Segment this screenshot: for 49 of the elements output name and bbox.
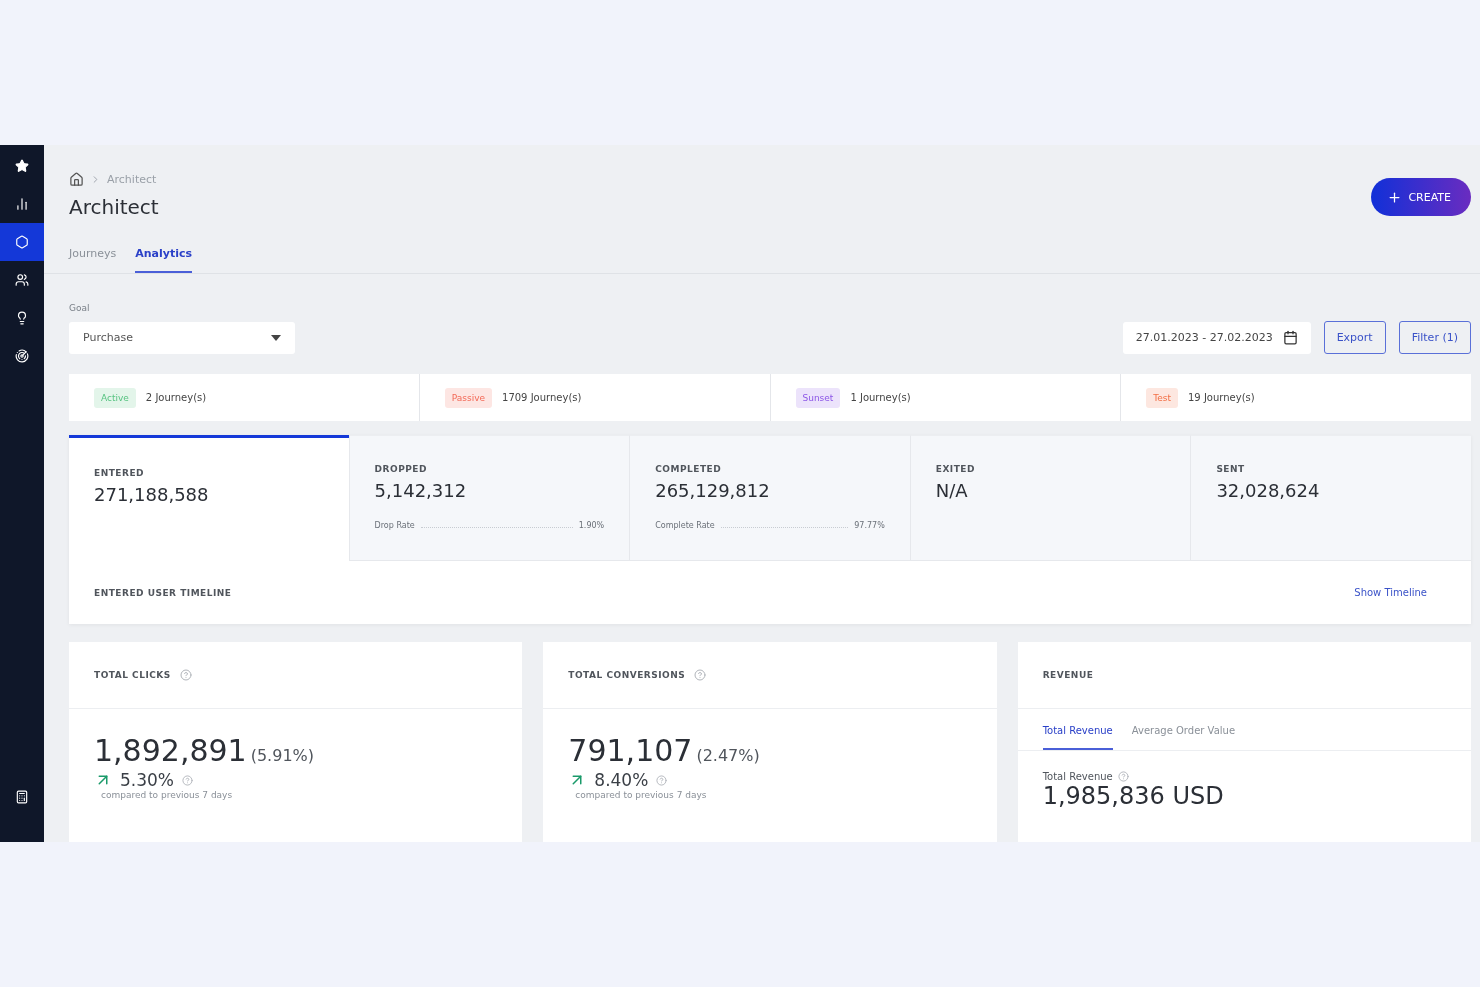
calendar-icon <box>1282 330 1298 345</box>
metric-share: (5.91%) <box>250 746 314 765</box>
card-title: REVENUE <box>1042 670 1094 680</box>
stage-tab[interactable]: EXITED N/A <box>909 435 1191 561</box>
status-tag: Sunset <box>795 387 841 408</box>
bar-chart-icon <box>15 197 29 211</box>
revenue-label: Total Revenue <box>1042 771 1113 782</box>
radar-icon <box>15 349 29 363</box>
star-icon <box>15 159 29 173</box>
stage-tab[interactable]: DROPPED 5,142,312 Drop Rate 1.90% <box>348 435 630 561</box>
journey-count: 1709 Journey(s) <box>502 392 582 403</box>
breadcrumb-item: Architect <box>107 173 157 186</box>
lightbulb-icon <box>15 311 29 325</box>
tab[interactable]: Total Revenue <box>1042 709 1113 750</box>
page-title: Architect <box>69 195 159 219</box>
stage-tab[interactable]: COMPLETED 265,129,812 Complete Rate 97.77% <box>629 435 910 561</box>
metric-value: 1,892,891 <box>94 733 247 768</box>
metric-share: (2.47%) <box>696 746 760 765</box>
metric-value: 791,107 <box>568 733 693 768</box>
goal-label: Goal <box>69 303 91 313</box>
date-range-field[interactable]: 27.01.2023 - 27.02.2023 <box>1122 321 1311 354</box>
plus-icon <box>1387 189 1403 205</box>
users-icon <box>15 273 29 287</box>
tab[interactable]: Analytics <box>135 243 193 273</box>
goal-select[interactable]: Purchase <box>69 321 295 354</box>
export-button[interactable]: Export <box>1323 321 1386 354</box>
journey-count: 2 Journey(s) <box>145 392 207 403</box>
status-tag: Passive <box>444 387 493 408</box>
caret-icon <box>271 334 281 341</box>
home-icon[interactable] <box>69 172 84 187</box>
calculator-icon <box>15 790 29 804</box>
create-button[interactable]: CREATE <box>1371 178 1471 216</box>
change-value: 8.40% <box>594 770 649 790</box>
filter-button[interactable]: Filter (1) <box>1398 321 1471 354</box>
show-timeline-link[interactable]: Show Timeline <box>1354 587 1427 598</box>
card-title: TOTAL CONVERSIONS <box>568 670 686 680</box>
stage-tab[interactable]: SENT 32,028,624 <box>1190 435 1471 561</box>
status-tag: Active <box>94 387 136 408</box>
change-value: 5.30% <box>120 770 174 790</box>
card-title: TOTAL CLICKS <box>94 670 171 680</box>
comparison-note: compared to previous 7 days <box>100 790 234 800</box>
hexagon-icon <box>15 235 29 249</box>
timeline-title: ENTERED USER TIMELINE <box>94 587 232 598</box>
stage-tab[interactable]: ENTERED 271,188,588 <box>69 435 349 561</box>
status-tag: Test <box>1146 387 1178 408</box>
journey-count: 19 Journey(s) <box>1188 392 1255 403</box>
journey-count: 1 Journey(s) <box>850 392 911 403</box>
revenue-value: 1,985,836 USD <box>1041 782 1225 810</box>
comparison-note: compared to previous 7 days <box>574 790 708 800</box>
